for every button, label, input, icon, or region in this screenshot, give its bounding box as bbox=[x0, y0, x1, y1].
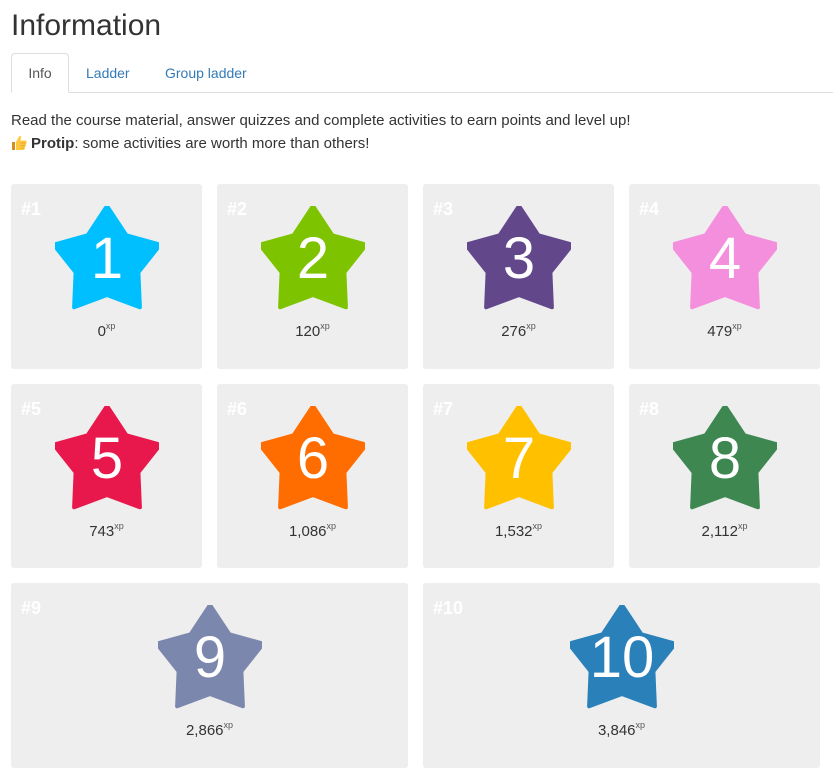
tab-group-ladder[interactable]: Group ladder bbox=[165, 53, 247, 93]
level-card: #5 5 743xp bbox=[11, 384, 202, 568]
page-title: Information bbox=[11, 9, 162, 42]
level-xp: 3,846xp bbox=[423, 720, 820, 739]
level-xp-value: 479 bbox=[707, 323, 733, 340]
level-number: 3 bbox=[502, 226, 536, 291]
level-number: 4 bbox=[708, 226, 742, 291]
level-star-icon: 1 bbox=[55, 206, 159, 310]
level-xp: 0xp bbox=[11, 321, 202, 340]
level-xp-value: 2,866 bbox=[185, 722, 224, 739]
tab-bar: Info Ladder Group ladder bbox=[11, 53, 833, 93]
tab-info[interactable]: Info bbox=[11, 53, 69, 93]
level-rank: #9 bbox=[21, 598, 42, 618]
level-xp-value: 1,086 bbox=[288, 523, 327, 540]
level-star-icon: 4 bbox=[673, 206, 777, 310]
level-star-icon: 7 bbox=[467, 406, 571, 510]
level-xp-unit: xp bbox=[223, 720, 234, 730]
level-xp-value: 743 bbox=[89, 523, 115, 540]
tab-ladder[interactable]: Ladder bbox=[86, 53, 130, 93]
level-star-icon: 9 bbox=[158, 605, 262, 709]
level-xp: 120xp bbox=[217, 321, 408, 340]
level-card: #3 3 276xp bbox=[423, 184, 614, 369]
level-card: #2 2 120xp bbox=[217, 184, 408, 369]
level-xp-unit: xp bbox=[114, 521, 124, 531]
level-rank: #1 bbox=[21, 199, 42, 219]
level-rank: #2 bbox=[227, 199, 248, 219]
level-xp-unit: xp bbox=[526, 321, 536, 331]
description-text: Read the course material, answer quizzes… bbox=[11, 112, 631, 129]
level-star-icon: 8 bbox=[673, 406, 777, 510]
level-number: 10 bbox=[589, 625, 655, 690]
level-xp-value: 3,846 bbox=[597, 722, 636, 739]
protip-label: Protip bbox=[31, 135, 75, 152]
level-xp-value: 2,112 bbox=[701, 523, 738, 540]
level-rank: #3 bbox=[433, 199, 454, 219]
thumbs-up-icon bbox=[11, 134, 28, 151]
level-xp: 2,866xp bbox=[11, 720, 408, 739]
level-number: 9 bbox=[193, 625, 227, 690]
level-star-icon: 2 bbox=[261, 206, 365, 310]
level-xp-value: 120 bbox=[295, 323, 321, 340]
level-xp-unit: xp bbox=[320, 321, 330, 331]
level-xp: 1,532xp bbox=[423, 521, 614, 540]
level-xp-value: 0 bbox=[97, 323, 106, 340]
intro-text: Read the course material, answer quizzes… bbox=[11, 109, 826, 155]
level-rank: #7 bbox=[433, 399, 454, 419]
level-xp: 479xp bbox=[629, 321, 820, 340]
level-number: 5 bbox=[90, 426, 124, 491]
level-card: #9 9 2,866xp bbox=[11, 583, 408, 768]
level-xp-unit: xp bbox=[326, 521, 337, 531]
level-card: #4 4 479xp bbox=[629, 184, 820, 369]
level-card: #10 10 3,846xp bbox=[423, 583, 820, 768]
level-xp: 2,112xp bbox=[629, 521, 820, 540]
level-card: #7 7 1,532xp bbox=[423, 384, 614, 568]
level-number: 7 bbox=[502, 426, 536, 491]
level-xp-unit: xp bbox=[105, 321, 116, 331]
level-card: #6 6 1,086xp bbox=[217, 384, 408, 568]
level-xp-value: 1,532 bbox=[494, 523, 533, 540]
level-xp: 743xp bbox=[11, 521, 202, 540]
level-xp-unit: xp bbox=[532, 521, 543, 531]
level-xp-unit: xp bbox=[732, 321, 742, 331]
protip-text: : some activities are worth more than ot… bbox=[74, 135, 370, 152]
level-star-icon: 10 bbox=[570, 605, 674, 709]
level-number: 2 bbox=[296, 226, 330, 291]
level-xp-value: 276 bbox=[501, 323, 527, 340]
level-star-icon: 6 bbox=[261, 406, 365, 510]
level-number: 8 bbox=[708, 426, 742, 491]
level-rank: #6 bbox=[227, 399, 248, 419]
level-rank: #8 bbox=[639, 399, 660, 419]
level-xp-unit: xp bbox=[635, 720, 646, 730]
level-rank: #4 bbox=[639, 199, 660, 219]
level-card: #8 8 2,112xp bbox=[629, 384, 820, 568]
level-number: 6 bbox=[296, 426, 330, 491]
protip-line: Protip: some activities are worth more t… bbox=[11, 132, 826, 155]
level-star-icon: 5 bbox=[55, 406, 159, 510]
level-xp: 276xp bbox=[423, 321, 614, 340]
level-star-icon: 3 bbox=[467, 206, 571, 310]
level-card: #1 1 0xp bbox=[11, 184, 202, 369]
level-xp-unit: xp bbox=[737, 521, 748, 531]
level-xp: 1,086xp bbox=[217, 521, 408, 540]
level-rank: #10 bbox=[433, 598, 464, 618]
level-rank: #5 bbox=[21, 399, 42, 419]
level-number: 1 bbox=[90, 226, 124, 291]
